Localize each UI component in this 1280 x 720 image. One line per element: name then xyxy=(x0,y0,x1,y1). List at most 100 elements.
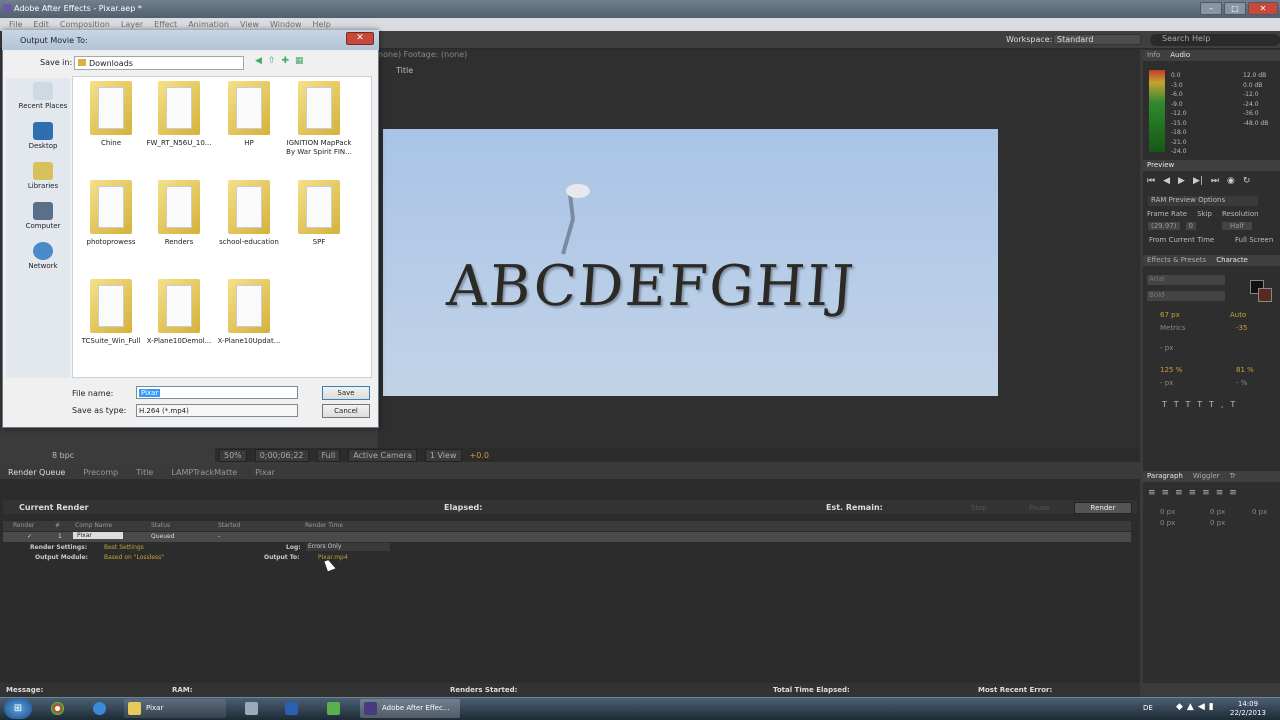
new-folder-icon[interactable]: ✚ xyxy=(281,56,289,66)
skip-select[interactable]: 0 xyxy=(1185,222,1196,230)
place-computer[interactable]: Computer xyxy=(12,202,74,230)
horizontal-scale-value[interactable]: 81 % xyxy=(1236,366,1254,374)
tab-render-queue[interactable]: Render Queue xyxy=(8,468,65,479)
tab-preview[interactable]: Preview xyxy=(1147,161,1174,170)
explorer-taskbar-button[interactable]: Pixar xyxy=(124,699,226,718)
place-desktop[interactable]: Desktop xyxy=(12,122,74,150)
output-to-link[interactable]: Pixar.mp4 xyxy=(318,554,348,561)
view-select[interactable]: 1 View xyxy=(424,448,462,462)
file-name-input[interactable]: Pixar xyxy=(136,386,298,399)
render-settings-link[interactable]: Best Settings xyxy=(104,544,144,551)
folder-item[interactable]: SPF xyxy=(281,180,357,247)
start-button[interactable]: ⊞ xyxy=(4,698,32,719)
text-style-icons[interactable]: TTTTT,T xyxy=(1162,400,1242,409)
output-module-link[interactable]: Based on "Lossless" xyxy=(104,554,164,561)
font-family-select[interactable]: Arial xyxy=(1147,275,1225,285)
minimize-button[interactable]: – xyxy=(1200,2,1222,15)
first-frame-icon[interactable]: ⏮ xyxy=(1147,176,1155,186)
tab-effects-presets[interactable]: Effects & Presets xyxy=(1147,256,1206,265)
dialog-close-button[interactable]: ✕ xyxy=(346,32,374,45)
tab-precomp[interactable]: Precomp xyxy=(83,468,118,479)
paragraph-align-icons[interactable]: ≡≡≡≡≡≡≡ xyxy=(1148,488,1243,498)
log-select[interactable]: Errors Only xyxy=(306,543,390,551)
search-help-input[interactable]: Search Help xyxy=(1150,34,1280,46)
folder-item[interactable]: TCSuite_Win_Full xyxy=(73,279,149,346)
chrome-taskbar-button[interactable] xyxy=(44,699,70,718)
stroke-width-value[interactable]: - px xyxy=(1160,344,1173,352)
tab-character[interactable]: Characte xyxy=(1216,256,1248,265)
pause-button[interactable]: Pause xyxy=(1029,504,1050,512)
folder-item[interactable]: HP xyxy=(211,81,287,148)
first-line-indent-value[interactable]: 0 px xyxy=(1252,508,1267,516)
place-libraries[interactable]: Libraries xyxy=(12,162,74,190)
space-after-value[interactable]: 0 px xyxy=(1210,519,1225,527)
tab-audio[interactable]: Audio xyxy=(1170,51,1190,60)
tray-icons[interactable]: ◆▲◀▮ xyxy=(1176,702,1218,712)
tsume-value[interactable]: - % xyxy=(1236,379,1247,387)
comp-name[interactable]: Pixar xyxy=(73,532,123,539)
viewer-tabs[interactable]: none) Footage: (none) xyxy=(378,50,467,59)
back-icon[interactable]: ◀ xyxy=(255,56,262,66)
after-effects-taskbar-button[interactable]: Adobe After Effec... xyxy=(360,699,460,718)
ie-taskbar-button[interactable] xyxy=(86,699,112,718)
play-icon[interactable]: ▶ xyxy=(1178,176,1185,186)
place-recent[interactable]: Recent Places xyxy=(12,82,74,110)
word-taskbar-button[interactable] xyxy=(278,699,304,718)
leading-value[interactable]: Auto xyxy=(1230,311,1246,319)
render-checkbox[interactable]: ✓ xyxy=(27,533,32,540)
tab-lamptrackmatte[interactable]: LAMPTrackMatte xyxy=(171,468,237,479)
camera-select[interactable]: Active Camera xyxy=(348,448,417,462)
tracking-value[interactable]: -35 xyxy=(1236,324,1247,332)
resolution-value-select[interactable]: Half xyxy=(1221,222,1252,230)
close-button[interactable]: ✕ xyxy=(1248,2,1278,15)
save-as-type-select[interactable]: H.264 (*.mp4) xyxy=(136,404,298,417)
tab-tracker[interactable]: Tr xyxy=(1230,472,1236,481)
folder-item[interactable]: Renders xyxy=(141,180,217,247)
frame-rate-select[interactable]: (29.97) xyxy=(1148,222,1180,230)
save-in-select[interactable]: Downloads xyxy=(74,56,244,70)
render-queue-item[interactable]: ✓ 1 Pixar Queued - xyxy=(3,532,1131,542)
tab-info[interactable]: Info xyxy=(1147,51,1160,60)
ram-preview-options-select[interactable]: RAM Preview Options xyxy=(1148,196,1258,206)
system-clock[interactable]: 14:09 22/2/2013 xyxy=(1230,700,1266,718)
next-frame-icon[interactable]: ▶| xyxy=(1193,176,1203,186)
folder-item[interactable]: FW_RT_N56U_10... xyxy=(141,81,217,148)
folder-item[interactable]: school-education xyxy=(211,180,287,247)
bit-depth[interactable]: 8 bpc xyxy=(52,451,74,460)
stroke-color-swatch[interactable] xyxy=(1258,288,1272,302)
up-folder-icon[interactable]: ⇧ xyxy=(268,56,276,66)
folder-item[interactable]: IGNITION MapPack By War Spirit FIN... xyxy=(281,81,357,156)
font-style-select[interactable]: Bold xyxy=(1147,291,1225,301)
indent-left-value[interactable]: 0 px xyxy=(1160,508,1175,516)
vertical-scale-value[interactable]: 125 % xyxy=(1160,366,1182,374)
resolution-select[interactable]: Full xyxy=(316,448,341,462)
exposure-value[interactable]: +0.0 xyxy=(470,451,489,460)
baseline-shift-value[interactable]: - px xyxy=(1160,379,1173,387)
tab-paragraph[interactable]: Paragraph xyxy=(1147,472,1183,481)
loop-icon[interactable]: ↻ xyxy=(1243,176,1251,186)
full-screen-checkbox[interactable]: Full Screen xyxy=(1235,236,1273,244)
from-current-time-checkbox[interactable]: From Current Time xyxy=(1149,236,1214,244)
place-network[interactable]: Network xyxy=(12,242,74,270)
audio-icon[interactable]: ◉ xyxy=(1227,176,1235,186)
render-button[interactable]: Render xyxy=(1074,502,1132,514)
cancel-button[interactable]: Cancel xyxy=(322,404,370,418)
folder-item[interactable]: Chine xyxy=(73,81,149,148)
font-size-value[interactable]: 67 px xyxy=(1160,311,1180,319)
view-menu-icon[interactable]: ▦ xyxy=(295,56,304,66)
folder-item[interactable]: X-Plane10Demol... xyxy=(141,279,217,346)
tab-pixar[interactable]: Pixar xyxy=(255,468,275,479)
tab-title[interactable]: Title xyxy=(136,468,153,479)
folder-taskbar-button[interactable] xyxy=(320,699,346,718)
tab-wiggler[interactable]: Wiggler xyxy=(1193,472,1220,481)
indent-right-value[interactable]: 0 px xyxy=(1210,508,1225,516)
folder-item[interactable]: X-Plane10Updat... xyxy=(211,279,287,346)
kerning-value[interactable]: Metrics xyxy=(1160,324,1185,332)
maximize-button[interactable]: □ xyxy=(1224,2,1246,15)
space-before-value[interactable]: 0 px xyxy=(1160,519,1175,527)
zoom-select[interactable]: 50% xyxy=(219,448,247,462)
language-indicator[interactable]: DE xyxy=(1143,704,1153,712)
comp-tab-title[interactable]: Title xyxy=(396,66,413,75)
last-frame-icon[interactable]: ⏭ xyxy=(1211,176,1219,186)
save-button[interactable]: Save xyxy=(322,386,370,400)
